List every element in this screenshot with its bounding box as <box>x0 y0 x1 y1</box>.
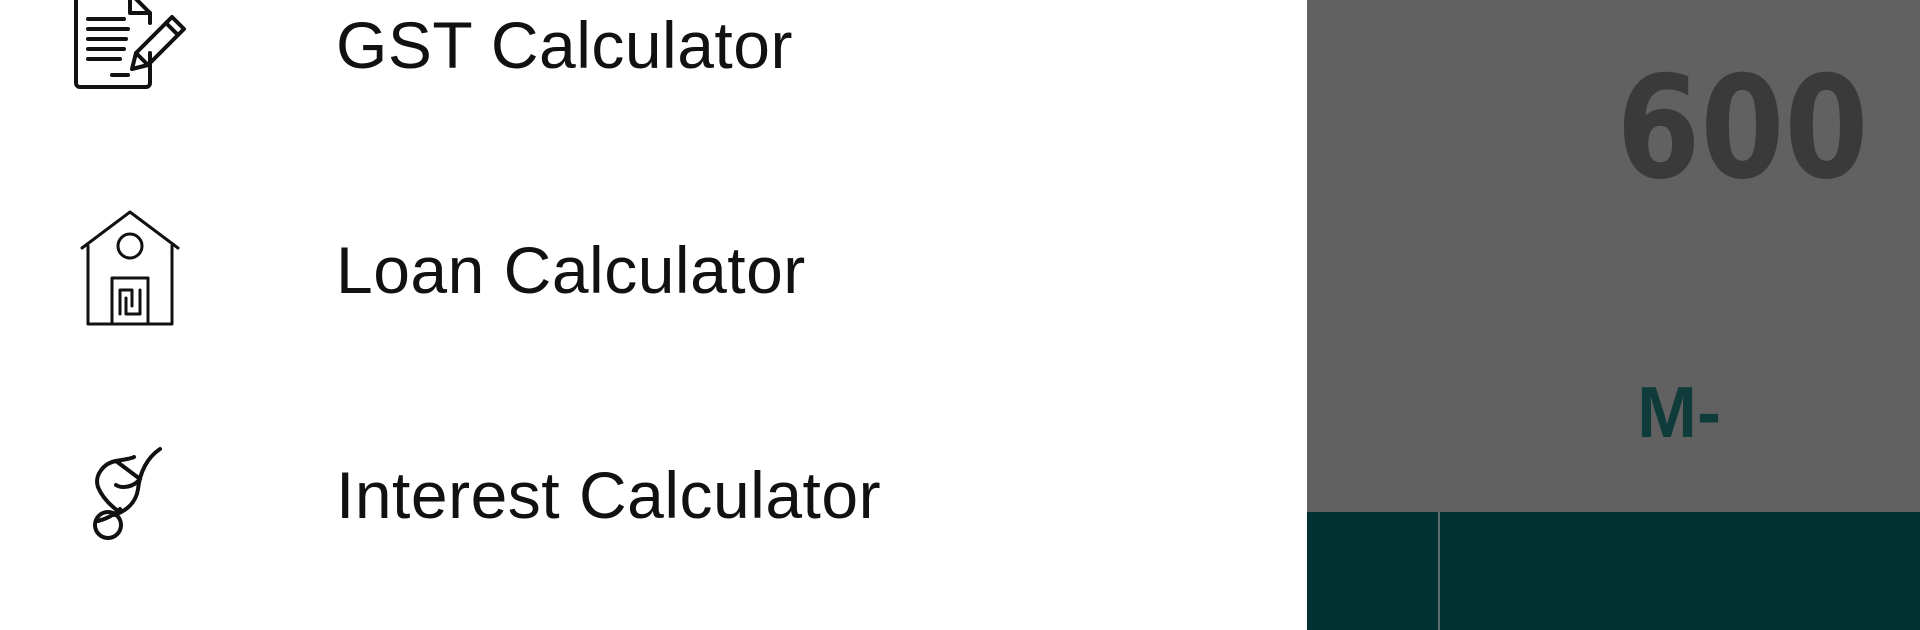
drawer-item-label: Interest Calculator <box>336 458 882 532</box>
drawer-item-gst-calculator[interactable]: GST Calculator <box>0 0 1307 135</box>
memory-minus-button[interactable]: M- <box>1637 368 1721 458</box>
calculator-keypad <box>1307 512 1920 630</box>
keypad-key[interactable] <box>1440 512 1920 630</box>
calculator-display: 600 <box>1616 46 1868 211</box>
drawer-item-interest-calculator[interactable]: Interest Calculator <box>0 405 1307 585</box>
drawer-item-label: GST Calculator <box>336 8 793 82</box>
navigation-drawer: GST Calculator Loan Calculator Interest … <box>0 0 1307 630</box>
calculator-screen: 600 M- <box>1307 0 1920 630</box>
interest-hand-coin-icon <box>68 431 192 555</box>
drawer-item-loan-calculator[interactable]: Loan Calculator <box>0 180 1307 360</box>
app-root: GST Calculator Loan Calculator Interest … <box>0 0 1920 630</box>
drawer-item-label: Loan Calculator <box>336 233 806 307</box>
gst-document-pen-icon <box>68 0 192 107</box>
keypad-key[interactable] <box>1307 512 1438 630</box>
loan-house-icon <box>68 206 192 330</box>
